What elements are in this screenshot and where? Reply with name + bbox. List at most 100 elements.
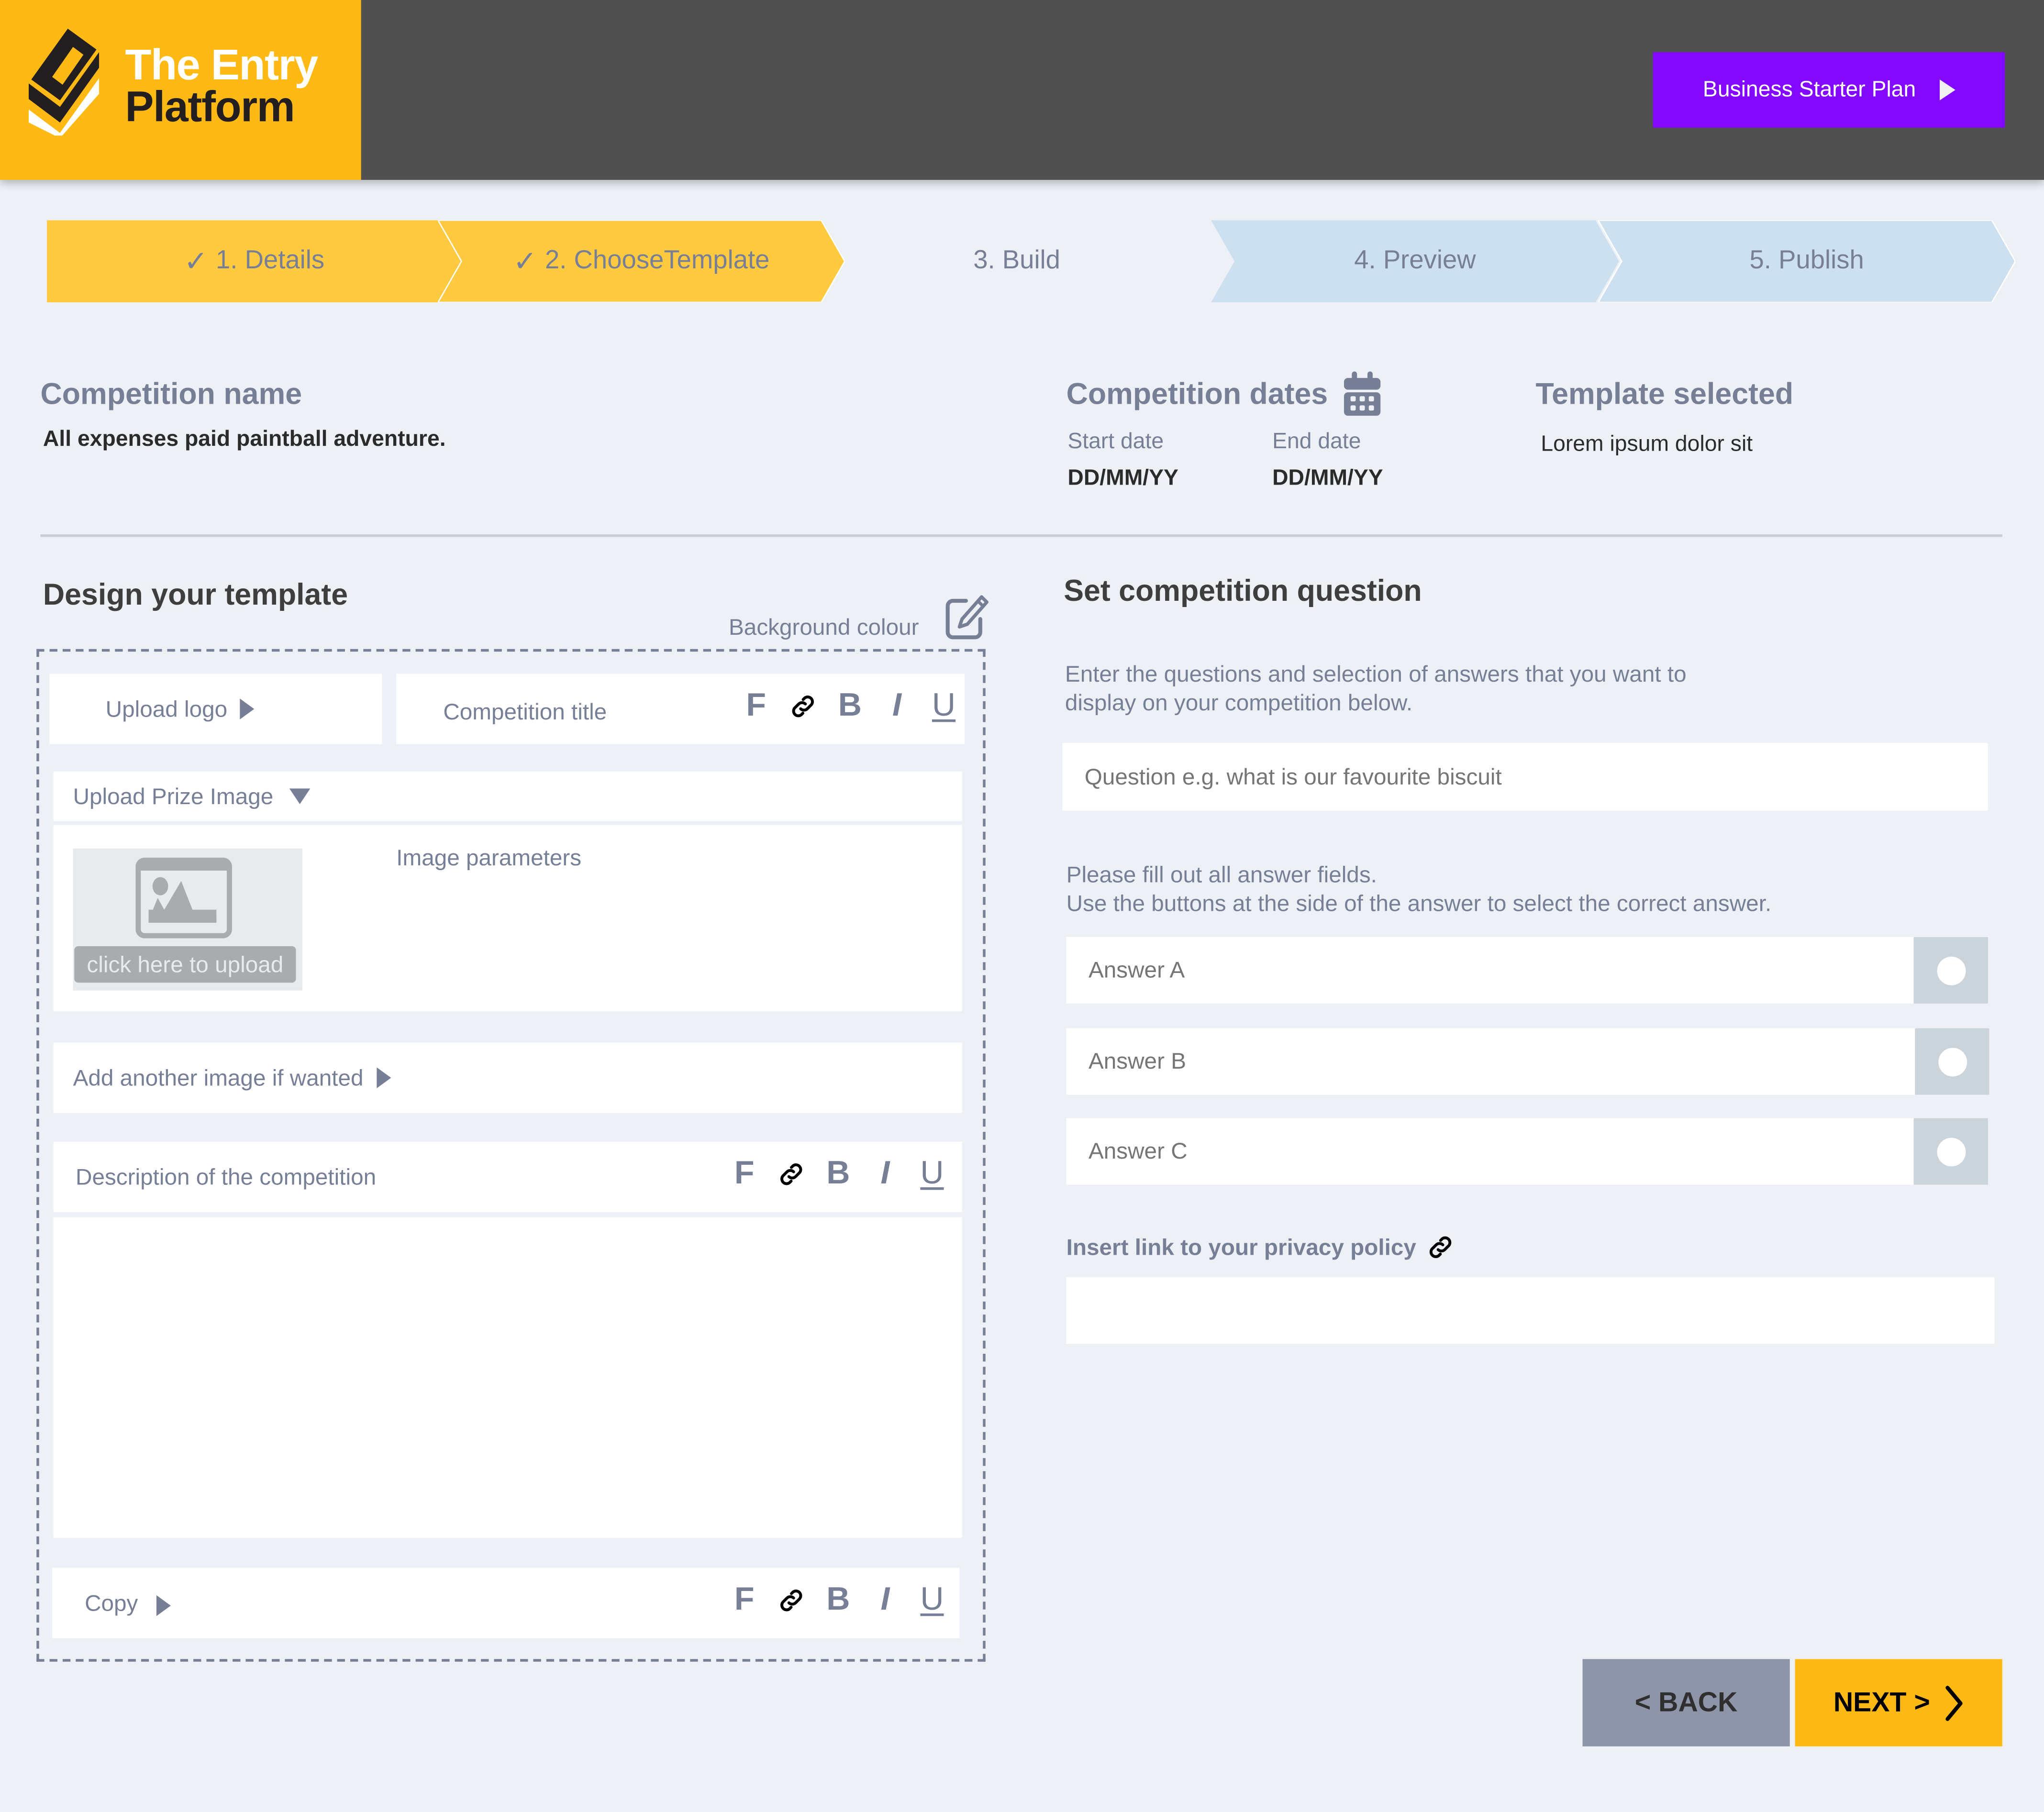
upload-prize-image-dropdown[interactable]: Upload Prize Image — [53, 771, 962, 821]
bold-button[interactable]: B — [815, 1581, 862, 1619]
question-input[interactable] — [1062, 742, 1988, 811]
radio-dot — [1936, 956, 1966, 985]
logo[interactable]: The Entry Platform — [0, 0, 361, 180]
upload-caption: click here to upload — [74, 946, 296, 983]
logo-text: The Entry Platform — [125, 40, 319, 131]
format-toolbar: F B I U — [721, 1581, 955, 1619]
underline-button[interactable]: U — [920, 687, 967, 725]
link-icon[interactable] — [768, 1581, 815, 1619]
edit-icon[interactable] — [944, 594, 991, 641]
logo-line2: Platform — [125, 82, 295, 131]
italic-button[interactable]: I — [862, 1155, 909, 1193]
play-icon — [1939, 79, 1955, 100]
font-button[interactable]: F — [721, 1581, 768, 1619]
check-icon: ✓ — [513, 244, 537, 277]
italic-button[interactable]: I — [862, 1581, 909, 1619]
back-button[interactable]: < BACK — [1582, 1659, 1790, 1746]
bold-button[interactable]: B — [826, 687, 873, 725]
question-intro: Enter the questions and selection of ans… — [1065, 660, 1687, 717]
question-intro-line1: Enter the questions and selection of ans… — [1065, 661, 1687, 687]
step-label: 4. Preview — [1354, 246, 1476, 275]
format-toolbar: F B I U — [721, 1155, 955, 1193]
link-icon[interactable] — [768, 1155, 815, 1193]
add-image-label: Add another image if wanted — [73, 1064, 364, 1091]
description-label: Description of the competition — [76, 1163, 377, 1190]
step-label: 5. Publish — [1749, 246, 1864, 275]
check-icon: ✓ — [184, 244, 208, 277]
start-date-value[interactable]: DD/MM/YY — [1067, 465, 1178, 491]
font-button[interactable]: F — [721, 1155, 768, 1193]
copy-row: Copy F B I U — [52, 1568, 960, 1638]
play-icon — [376, 1067, 391, 1088]
chevron-right-icon — [1945, 1685, 1962, 1721]
bold-button[interactable]: B — [815, 1155, 862, 1193]
end-date-value[interactable]: DD/MM/YY — [1272, 465, 1383, 491]
link-icon — [1430, 1236, 1452, 1258]
answer-a-correct-radio[interactable] — [1913, 937, 1988, 1004]
template-selected-heading: Template selected — [1535, 376, 1794, 411]
page: The Entry Platform Business Starter Plan… — [0, 0, 2044, 1812]
business-plan-button[interactable]: Business Starter Plan — [1653, 52, 2005, 128]
question-intro-line2: display on your competition below. — [1065, 689, 1413, 716]
step-preview[interactable]: 4. Preview — [1211, 220, 1619, 303]
calendar-icon[interactable] — [1343, 371, 1382, 416]
competition-question-heading: Set competition question — [1064, 573, 1422, 608]
description-toolbar-row: Description of the competition F B I U — [53, 1141, 962, 1212]
step-build[interactable]: 3. Build — [834, 220, 1200, 302]
answers-help-line2: Use the buttons at the side of the answe… — [1066, 890, 1772, 917]
competition-title-field[interactable]: Competition title F B I U — [396, 674, 965, 744]
end-date-label: End date — [1272, 429, 1361, 454]
link-icon[interactable] — [779, 687, 826, 725]
answer-b-input[interactable] — [1066, 1028, 1917, 1095]
answer-a-input[interactable] — [1066, 937, 1917, 1004]
add-another-image-button[interactable]: Add another image if wanted — [53, 1042, 962, 1113]
background-colour-label[interactable]: Background colour — [729, 614, 919, 641]
upload-prize-image-label: Upload Prize Image — [73, 783, 274, 809]
step-publish[interactable]: 5. Publish — [1598, 220, 2016, 303]
upload-logo-label: Upload logo — [105, 695, 228, 722]
answer-c-correct-radio[interactable] — [1913, 1118, 1988, 1185]
back-label: < BACK — [1634, 1687, 1738, 1717]
answer-c-input[interactable] — [1066, 1118, 1917, 1185]
step-label: 1. Details — [215, 246, 325, 275]
dropdown-arrow-icon — [289, 788, 310, 805]
format-toolbar: F B I U — [733, 687, 967, 725]
step-label: 3. Build — [973, 246, 1060, 275]
play-icon — [240, 698, 255, 719]
logo-icon — [28, 28, 100, 136]
next-label: NEXT > — [1833, 1687, 1930, 1717]
logo-line1: The Entry — [125, 40, 319, 89]
competition-name-value: All expenses paid paintball adventure. — [43, 426, 446, 451]
competition-dates-heading: Competition dates — [1066, 376, 1328, 411]
step-label: 2. ChooseTemplate — [544, 246, 770, 275]
competition-name-heading: Competition name — [40, 376, 302, 411]
design-template-heading: Design your template — [43, 577, 348, 611]
image-parameters-label: Image parameters — [396, 844, 582, 871]
privacy-policy-label-row: Insert link to your privacy policy — [1066, 1233, 1455, 1261]
answer-b-correct-radio[interactable] — [1915, 1028, 1989, 1095]
template-selected-value: Lorem ipsum dolor sit — [1541, 431, 1753, 456]
underline-button[interactable]: U — [909, 1581, 955, 1619]
competition-title-label: Competition title — [443, 698, 607, 725]
section-divider — [40, 534, 2002, 537]
privacy-policy-input[interactable] — [1066, 1277, 1995, 1344]
answers-help-line1: Please fill out all answer fields. — [1066, 861, 1377, 888]
copy-label: Copy — [85, 1590, 138, 1616]
play-icon — [156, 1595, 171, 1616]
step-choose-template[interactable]: ✓ 2. ChooseTemplate — [438, 220, 845, 303]
start-date-label: Start date — [1067, 429, 1164, 454]
underline-button[interactable]: U — [909, 1155, 955, 1193]
privacy-policy-label: Insert link to your privacy policy — [1066, 1233, 1416, 1260]
upload-logo-button[interactable]: Upload logo — [49, 674, 382, 744]
answers-help: Please fill out all answer fields. Use t… — [1066, 860, 1772, 917]
plan-button-label: Business Starter Plan — [1702, 77, 1916, 102]
copy-button[interactable]: Copy — [85, 1590, 171, 1617]
image-upload-placeholder[interactable]: click here to upload — [73, 848, 303, 991]
step-details[interactable]: ✓ 1. Details — [47, 220, 462, 303]
radio-dot — [1937, 1047, 1966, 1076]
next-button[interactable]: NEXT > — [1795, 1659, 2002, 1746]
font-button[interactable]: F — [733, 687, 779, 725]
italic-button[interactable]: I — [873, 687, 920, 725]
radio-dot — [1936, 1137, 1966, 1166]
description-textarea[interactable] — [53, 1217, 962, 1538]
